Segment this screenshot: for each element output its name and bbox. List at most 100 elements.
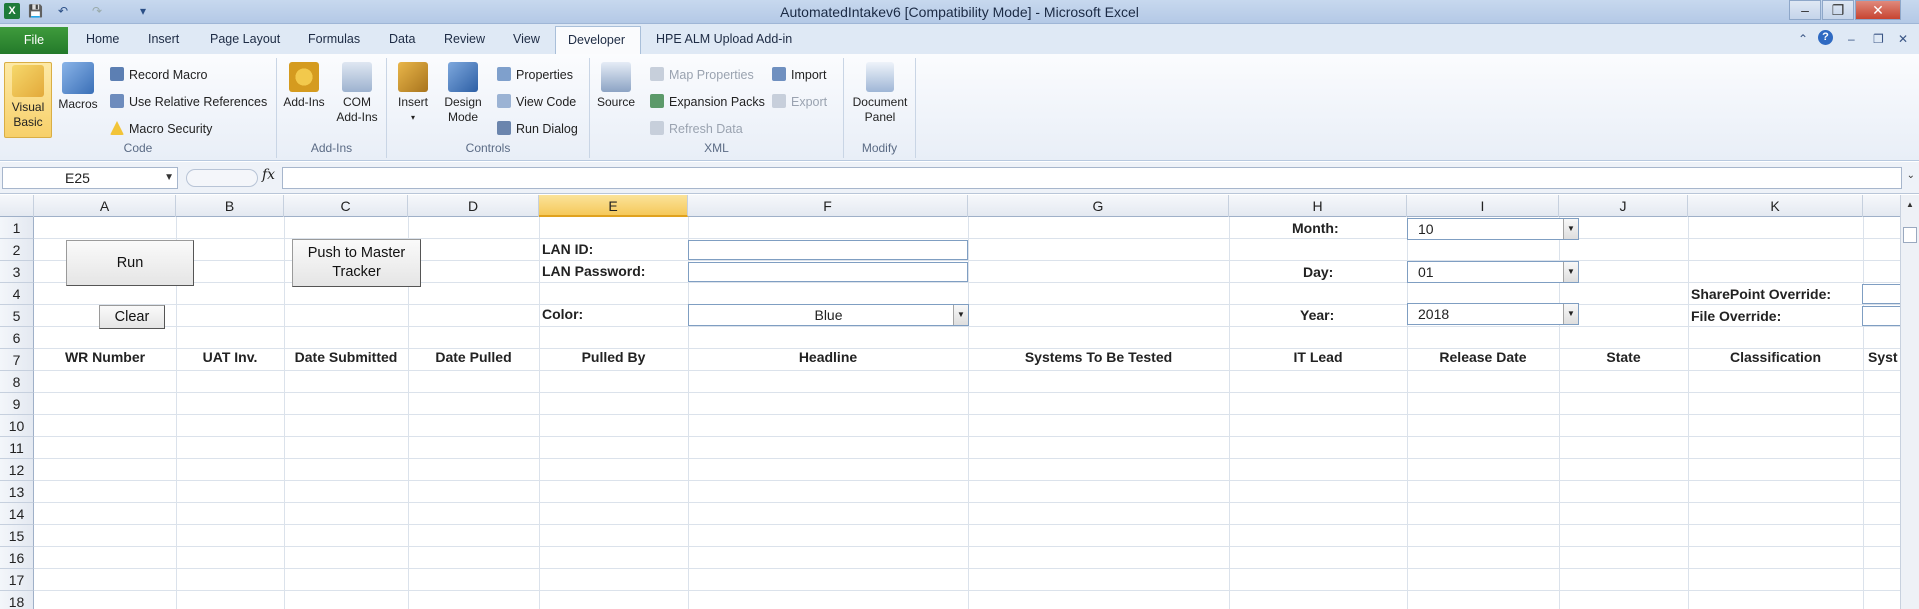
month-dropdown[interactable]: 10 ▼ <box>1407 218 1579 240</box>
help-icon[interactable]: ? <box>1818 30 1833 45</box>
row-header[interactable]: 10 <box>0 415 34 437</box>
file-override-checkbox[interactable] <box>1862 306 1900 326</box>
row-header[interactable]: 1 <box>0 217 34 239</box>
row-header[interactable]: 7 <box>0 349 34 371</box>
scrollbar-thumb[interactable] <box>1903 227 1917 243</box>
header-systems-truncated: Syst <box>1868 349 1898 365</box>
vertical-scrollbar[interactable]: ▲ <box>1900 195 1919 609</box>
row-header[interactable]: 13 <box>0 481 34 503</box>
row-header[interactable]: 9 <box>0 393 34 415</box>
chevron-down-icon[interactable]: ▼ <box>953 305 968 325</box>
tab-file[interactable]: File <box>0 27 68 54</box>
tab-formulas[interactable]: Formulas <box>300 26 368 53</box>
visual-basic-button[interactable]: Visual Basic <box>4 62 52 138</box>
column-header-a[interactable]: A <box>34 195 176 217</box>
properties-button[interactable]: Properties <box>497 66 573 84</box>
record-macro-button[interactable]: Record Macro <box>110 66 208 84</box>
view-code-button[interactable]: View Code <box>497 93 576 111</box>
workbook-close-icon[interactable]: ✕ <box>1898 32 1908 46</box>
row-header[interactable]: 6 <box>0 327 34 349</box>
column-header-i[interactable]: I <box>1407 195 1559 217</box>
view-code-label: View Code <box>516 95 577 109</box>
push-to-master-tracker-button[interactable]: Push to Master Tracker <box>292 239 421 287</box>
refresh-data-button[interactable]: Refresh Data <box>650 120 743 138</box>
header-release-date: Release Date <box>1439 349 1527 365</box>
row-header[interactable]: 16 <box>0 547 34 569</box>
year-dropdown[interactable]: 2018 ▼ <box>1407 303 1579 325</box>
row-header[interactable]: 8 <box>0 371 34 393</box>
column-header-j[interactable]: J <box>1559 195 1688 217</box>
minimize-button[interactable]: – <box>1789 0 1821 20</box>
row-header[interactable]: 4 <box>0 283 34 305</box>
tab-review[interactable]: Review <box>436 26 493 53</box>
chevron-down-icon[interactable]: ▼ <box>1563 219 1578 239</box>
run-button[interactable]: Run <box>66 240 194 286</box>
row-header[interactable]: 11 <box>0 437 34 459</box>
name-box[interactable]: E25 ▼ <box>2 167 178 189</box>
select-all-corner[interactable] <box>0 195 34 217</box>
formula-expand-pill[interactable] <box>186 169 258 187</box>
lan-id-field[interactable] <box>688 240 968 260</box>
row-header[interactable]: 17 <box>0 569 34 591</box>
column-header-l[interactable] <box>1863 195 1900 217</box>
header-headline: Headline <box>798 349 858 365</box>
worksheet-grid[interactable]: A B C D E F G H I J K 1 2 3 4 5 6 7 8 9 … <box>0 195 1900 609</box>
row-header[interactable]: 3 <box>0 261 34 283</box>
chevron-down-icon[interactable]: ▼ <box>1563 304 1578 324</box>
chevron-down-icon[interactable]: ▼ <box>164 168 174 188</box>
row-header[interactable]: 12 <box>0 459 34 481</box>
tab-hpe-alm-upload[interactable]: HPE ALM Upload Add-in <box>648 26 800 53</box>
document-panel-label: Document Panel <box>852 95 908 124</box>
tab-developer[interactable]: Developer <box>555 26 641 54</box>
tab-page-layout[interactable]: Page Layout <box>202 26 288 53</box>
expand-formula-bar-icon[interactable]: ⌄ <box>1907 170 1915 181</box>
day-dropdown[interactable]: 01 ▼ <box>1407 261 1579 283</box>
row-header[interactable]: 14 <box>0 503 34 525</box>
column-header-e[interactable]: E <box>539 195 688 217</box>
color-dropdown[interactable]: Blue ▼ <box>688 304 969 326</box>
column-header-g[interactable]: G <box>968 195 1229 217</box>
row-header[interactable]: 5 <box>0 305 34 327</box>
scroll-up-icon[interactable]: ▲ <box>1903 198 1917 212</box>
tab-home[interactable]: Home <box>78 26 127 53</box>
add-ins-button[interactable]: Add-Ins <box>279 62 329 110</box>
lan-password-field[interactable] <box>688 262 968 282</box>
sharepoint-override-checkbox[interactable] <box>1862 284 1900 304</box>
expansion-packs-button[interactable]: Expansion Packs <box>650 93 765 111</box>
run-dialog-button[interactable]: Run Dialog <box>497 120 578 138</box>
workbook-minimize-icon[interactable]: – <box>1848 32 1855 46</box>
import-button[interactable]: Import <box>772 66 826 84</box>
insert-function-icon[interactable]: fx <box>262 167 275 183</box>
document-panel-button[interactable]: Document Panel <box>848 62 912 125</box>
use-relative-references-button[interactable]: Use Relative References <box>110 93 267 111</box>
tab-data[interactable]: Data <box>381 26 423 53</box>
tab-insert[interactable]: Insert <box>140 26 187 53</box>
chevron-down-icon[interactable]: ▼ <box>1563 262 1578 282</box>
column-header-k[interactable]: K <box>1688 195 1863 217</box>
tab-view[interactable]: View <box>505 26 548 53</box>
row-header[interactable]: 2 <box>0 239 34 261</box>
gridline <box>34 568 1900 569</box>
formula-input[interactable] <box>282 167 1902 189</box>
column-header-h[interactable]: H <box>1229 195 1407 217</box>
com-add-ins-button[interactable]: COM Add-Ins <box>331 62 383 125</box>
macros-button[interactable]: Macros <box>54 62 102 112</box>
design-mode-button[interactable]: Design Mode <box>441 62 485 125</box>
column-header-b[interactable]: B <box>176 195 284 217</box>
close-button[interactable]: ✕ <box>1855 0 1901 20</box>
restore-button[interactable]: ❐ <box>1822 0 1854 20</box>
column-header-c[interactable]: C <box>284 195 408 217</box>
export-button[interactable]: Export <box>772 93 827 111</box>
macro-security-button[interactable]: Macro Security <box>110 120 212 138</box>
source-button[interactable]: Source <box>594 62 638 110</box>
row-header[interactable]: 18 <box>0 591 34 609</box>
row-header[interactable]: 15 <box>0 525 34 547</box>
workbook-restore-icon[interactable]: ❐ <box>1873 32 1884 46</box>
clear-button[interactable]: Clear <box>99 305 165 329</box>
column-header-f[interactable]: F <box>688 195 968 217</box>
column-header-d[interactable]: D <box>408 195 539 217</box>
minimize-ribbon-icon[interactable]: ⌃ <box>1798 32 1808 46</box>
insert-control-button[interactable]: Insert ▾ <box>393 62 433 125</box>
map-properties-button[interactable]: Map Properties <box>650 66 754 84</box>
gridline <box>968 217 969 609</box>
